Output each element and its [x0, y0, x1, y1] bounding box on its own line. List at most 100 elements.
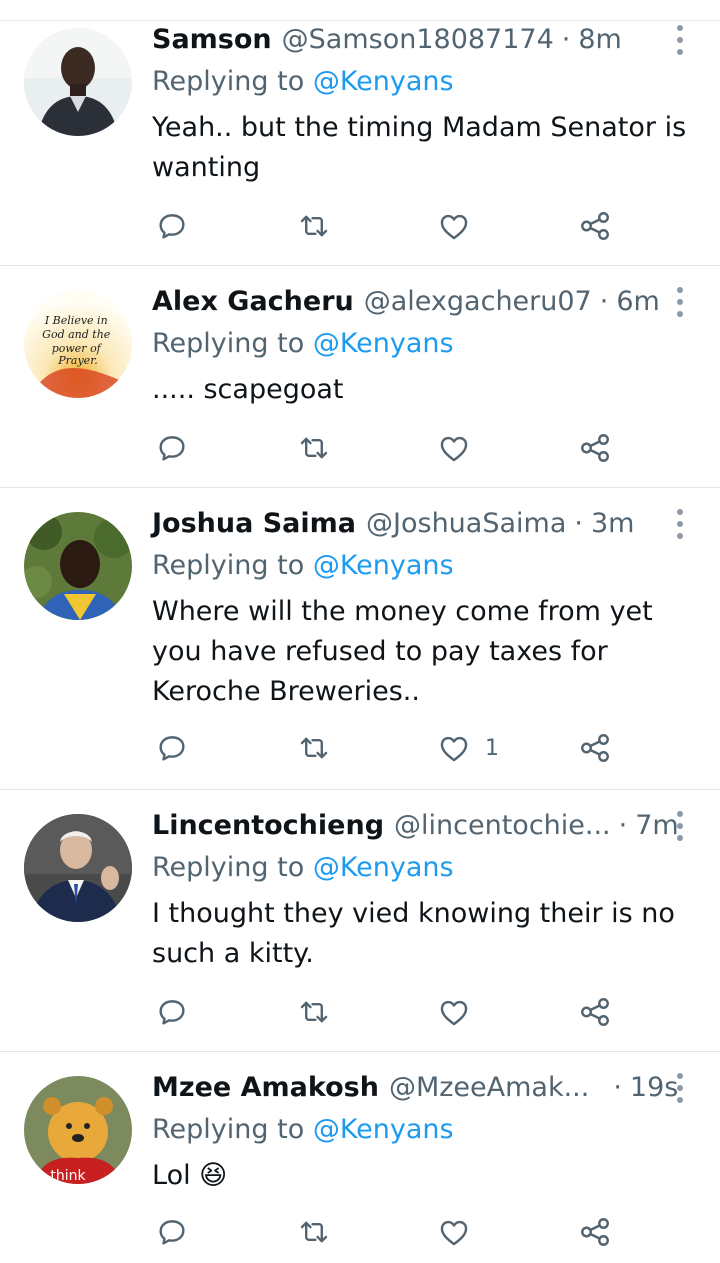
share-icon: [581, 998, 609, 1026]
tweet-header: Samson @Samson18087174 · 8m: [152, 20, 622, 60]
more-vertical-icon[interactable]: [672, 25, 688, 55]
like-button[interactable]: [437, 426, 485, 470]
share-button[interactable]: [578, 990, 612, 1034]
user-handle[interactable]: @alexgacheru07: [364, 282, 592, 322]
action-bar: [0, 426, 720, 470]
avatar[interactable]: [24, 512, 132, 620]
reply-icon: [159, 214, 185, 239]
replying-to: Replying to @Kenyans: [152, 62, 454, 102]
mention-link[interactable]: @Kenyans: [313, 66, 454, 97]
replying-label: Replying to: [152, 852, 305, 883]
tweet-header: Mzee Amakosh @MzeeAmak... · 19s: [152, 1068, 678, 1108]
reply-button[interactable]: [155, 990, 189, 1034]
share-button[interactable]: [578, 426, 612, 470]
tweet-divider: [0, 789, 720, 790]
retweet-button[interactable]: [297, 990, 331, 1034]
tweet-card[interactable]: I Believe in God and the power of Prayer…: [0, 282, 720, 488]
tweet-card[interactable]: Lincentochieng @lincentochie... · 7m Rep…: [0, 806, 720, 1052]
heart-icon: [440, 1000, 468, 1026]
display-name[interactable]: Alex Gacheru: [152, 282, 354, 322]
avatar[interactable]: [24, 28, 132, 136]
retweet-button[interactable]: [297, 726, 331, 770]
share-icon: [581, 434, 609, 462]
avatar[interactable]: think: [24, 1076, 132, 1184]
more-vertical-icon[interactable]: [672, 1073, 688, 1103]
timestamp[interactable]: 3m: [591, 504, 634, 544]
tweet-card[interactable]: Joshua Saima @JoshuaSaima · 3m Replying …: [0, 504, 720, 790]
display-name[interactable]: Lincentochieng: [152, 806, 384, 846]
tweet-card[interactable]: Samson @Samson18087174 · 8m Replying to …: [0, 20, 720, 266]
tweet-divider: [0, 1051, 720, 1052]
retweet-button[interactable]: [297, 426, 331, 470]
mention-link[interactable]: @Kenyans: [313, 550, 454, 581]
like-button[interactable]: [437, 990, 485, 1034]
replying-label: Replying to: [152, 1114, 305, 1145]
tweet-header: Lincentochieng @lincentochie... · 7m: [152, 806, 679, 846]
like-button[interactable]: [437, 1210, 485, 1254]
user-handle[interactable]: @JoshuaSaima: [366, 504, 566, 544]
reply-icon: [159, 436, 185, 461]
share-button[interactable]: [578, 726, 612, 770]
replying-to: Replying to @Kenyans: [152, 546, 454, 586]
share-button[interactable]: [578, 204, 612, 248]
display-name[interactable]: Samson: [152, 20, 272, 60]
reply-icon: [159, 736, 185, 761]
heart-icon: [440, 1220, 468, 1246]
more-vertical-icon[interactable]: [672, 287, 688, 317]
reply-button[interactable]: [155, 204, 189, 248]
share-icon: [581, 734, 609, 762]
tweet-divider: [0, 265, 720, 266]
share-button[interactable]: [578, 1210, 612, 1254]
retweet-icon: [300, 737, 328, 759]
display-name[interactable]: Joshua Saima: [152, 504, 356, 544]
avatar[interactable]: I Believe in God and the power of Prayer…: [24, 290, 132, 398]
separator: ·: [618, 810, 628, 841]
retweet-icon: [300, 215, 328, 237]
separator: ·: [613, 1072, 622, 1103]
tweet-header: Joshua Saima @JoshuaSaima · 3m: [152, 504, 634, 544]
like-button[interactable]: [437, 204, 485, 248]
tweet-card[interactable]: think Mzee Amakosh @MzeeAmak... · 19s Re…: [0, 1068, 720, 1263]
tweet-header: Alex Gacheru @alexgacheru07 · 6m: [152, 282, 660, 322]
action-bar: 1: [0, 726, 720, 770]
replying-label: Replying to: [152, 66, 305, 97]
timestamp[interactable]: 8m: [578, 20, 621, 60]
more-vertical-icon[interactable]: [672, 811, 688, 841]
replying-to: Replying to @Kenyans: [152, 1110, 454, 1150]
like-count: 1: [485, 735, 499, 761]
mention-link[interactable]: @Kenyans: [313, 1114, 454, 1145]
timestamp[interactable]: 6m: [616, 282, 659, 322]
tweet-text: I thought they vied knowing their is no …: [152, 898, 675, 969]
heart-icon: [440, 736, 468, 762]
share-icon: [581, 1218, 609, 1246]
reply-button[interactable]: [155, 1210, 189, 1254]
retweet-button[interactable]: [297, 1210, 331, 1254]
user-handle[interactable]: @Samson18087174: [282, 20, 554, 60]
retweet-icon: [300, 437, 328, 459]
avatar[interactable]: [24, 814, 132, 922]
share-icon: [581, 212, 609, 240]
action-bar: [0, 1210, 720, 1254]
tweet-text: Lol 😆: [152, 1160, 228, 1191]
action-bar: [0, 204, 720, 248]
replying-label: Replying to: [152, 550, 305, 581]
user-handle[interactable]: @MzeeAmak...: [389, 1068, 589, 1108]
retweet-button[interactable]: [297, 204, 331, 248]
reply-button[interactable]: [155, 426, 189, 470]
like-button[interactable]: 1: [437, 726, 499, 770]
reply-button[interactable]: [155, 726, 189, 770]
mention-link[interactable]: @Kenyans: [313, 328, 454, 359]
mention-link[interactable]: @Kenyans: [313, 852, 454, 883]
action-bar: [0, 990, 720, 1034]
avatar-text: think: [50, 1168, 86, 1184]
reply-icon: [159, 1000, 185, 1025]
display-name[interactable]: Mzee Amakosh: [152, 1068, 379, 1108]
heart-icon: [440, 436, 468, 462]
tweet-divider: [0, 487, 720, 488]
user-handle[interactable]: @lincentochie...: [394, 806, 611, 846]
retweet-icon: [300, 1221, 328, 1243]
separator: ·: [599, 286, 609, 317]
more-vertical-icon[interactable]: [672, 509, 688, 539]
heart-icon: [440, 214, 468, 240]
tweet-text: ..... scapegoat: [152, 374, 344, 405]
